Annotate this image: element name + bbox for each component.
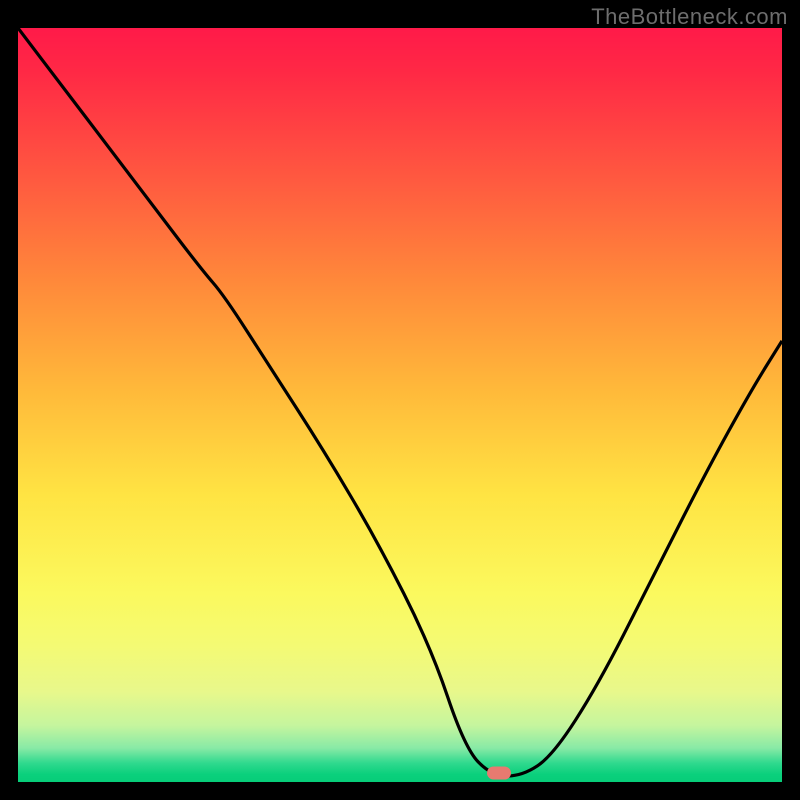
curve-layer — [18, 28, 782, 782]
bottleneck-curve — [18, 28, 782, 776]
plot-area — [18, 28, 782, 782]
watermark-text: TheBottleneck.com — [591, 4, 788, 30]
optimal-point-marker — [487, 766, 511, 779]
chart-container: TheBottleneck.com — [0, 0, 800, 800]
